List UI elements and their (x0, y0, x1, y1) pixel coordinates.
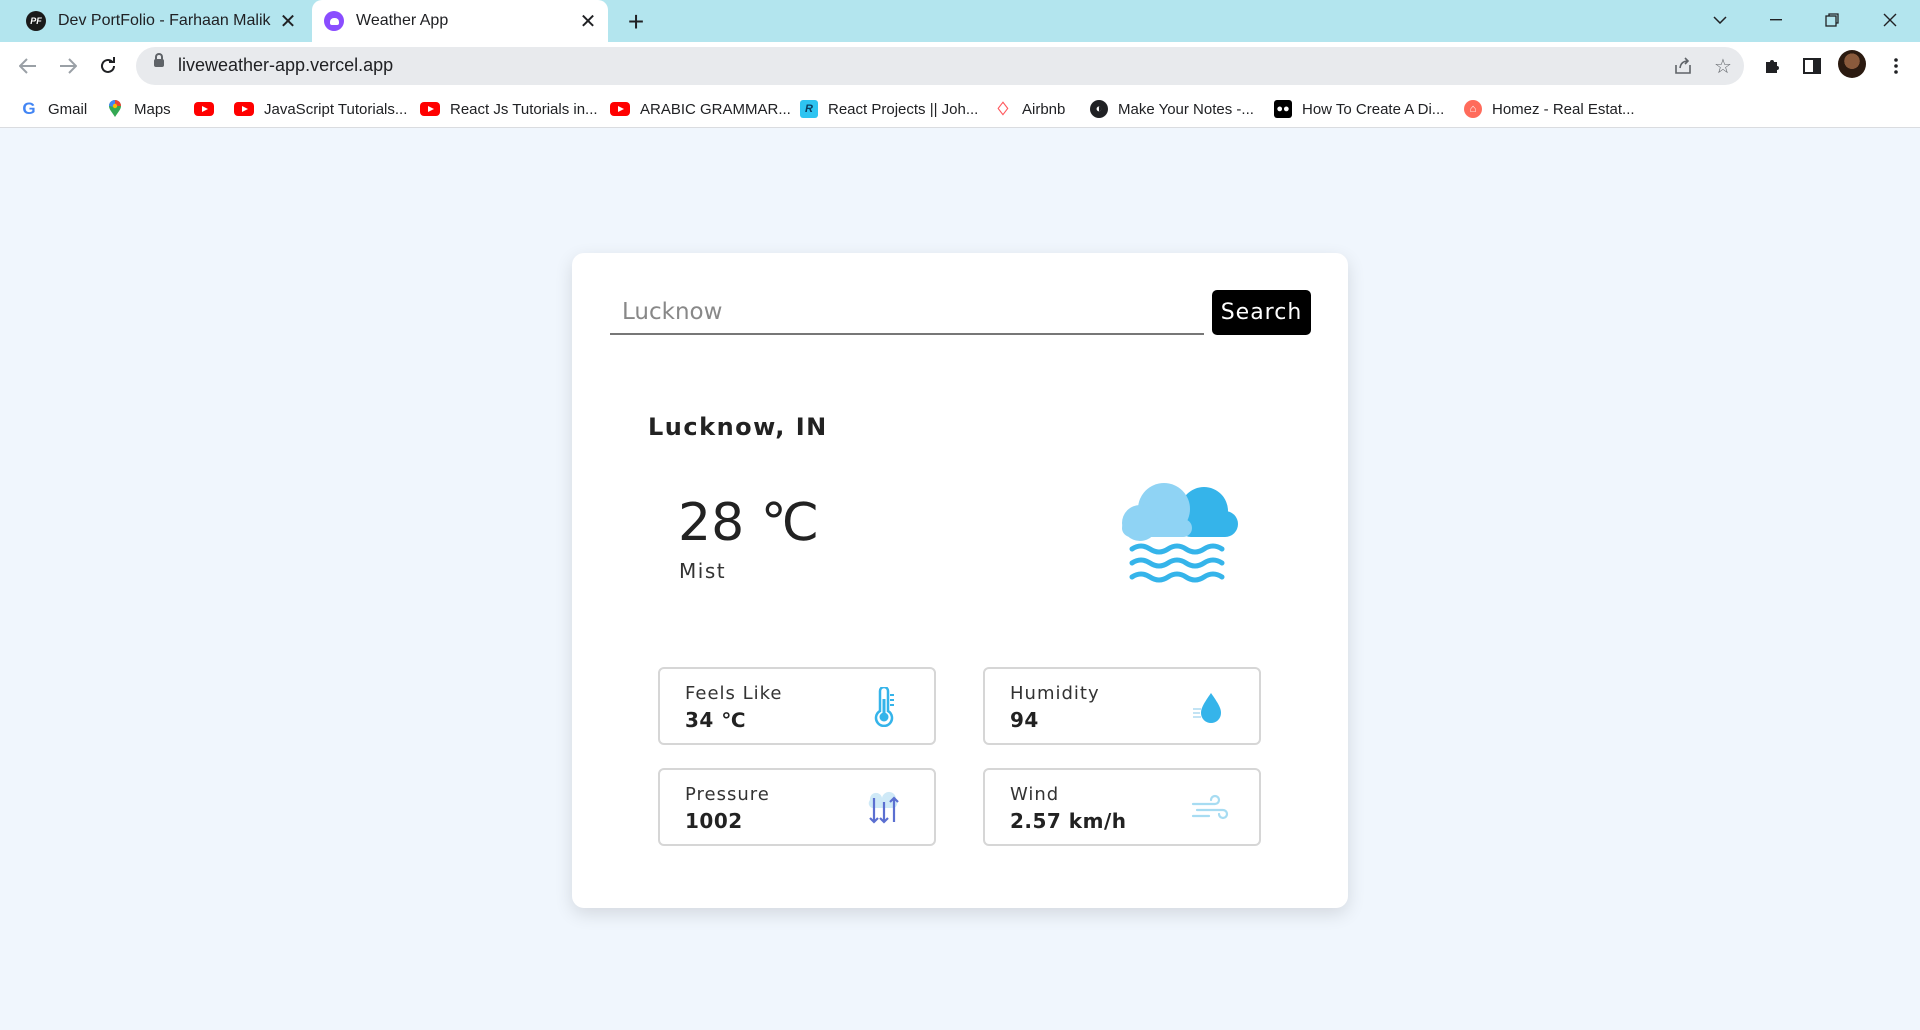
share-icon[interactable] (1670, 53, 1696, 79)
humidity-label: Humidity (1010, 683, 1100, 704)
bookmark-arabic-grammar[interactable]: ARABIC GRAMMAR... (610, 96, 791, 122)
restore-icon[interactable] (1804, 0, 1860, 40)
search-button[interactable]: Search (1212, 290, 1311, 335)
pressure-value: 1002 (685, 809, 743, 833)
chrome-menu-icon[interactable] (1880, 50, 1912, 82)
homez-icon: ⌂ (1464, 100, 1482, 118)
r-icon: R (800, 100, 818, 118)
bookmark-homez[interactable]: ⌂ Homez - Real Estat... (1464, 96, 1635, 122)
wind-card: Wind 2.57 km/h (983, 768, 1261, 846)
bookmark-label: Airbnb (1022, 100, 1066, 118)
bookmarks-bar: G Gmail Maps JavaScript Tutorials... Rea… (0, 90, 1920, 128)
tab-title: Weather App (356, 12, 449, 29)
bookmark-maps[interactable]: Maps (106, 96, 171, 122)
temperature-value: 28 ℃ (678, 493, 820, 553)
bookmark-react-projects[interactable]: R React Projects || Joh... (800, 96, 978, 122)
reload-icon[interactable] (92, 50, 124, 82)
bookmark-label: Homez - Real Estat... (1492, 100, 1635, 118)
bookmark-label: React Projects || Joh... (828, 100, 979, 118)
back-arrow-icon[interactable] (12, 50, 44, 82)
weather-card: Search Lucknow, IN 28 ℃ Mist Feels Like … (572, 253, 1348, 908)
bookmark-label: React Js Tutorials in... (450, 100, 598, 118)
bookmark-label: Maps (134, 100, 171, 118)
youtube-icon (420, 102, 440, 116)
weather-app-favicon-icon (324, 11, 344, 31)
bookmark-label: JavaScript Tutorials... (264, 100, 408, 118)
bookmark-airbnb[interactable]: ♢ Airbnb (994, 96, 1065, 122)
portfolio-favicon-icon: PF (26, 11, 46, 31)
tab-title: Dev PortFolio - Farhaan Malik (58, 12, 271, 29)
tab-search-chevron-icon[interactable] (1692, 0, 1748, 40)
bookmark-star-icon[interactable]: ☆ (1710, 53, 1736, 79)
bookmark-react-js-tutorials[interactable]: React Js Tutorials in... (420, 96, 598, 122)
weather-condition: Mist (679, 559, 727, 583)
medium-icon: ●● (1274, 100, 1292, 118)
address-bar[interactable]: liveweather-app.vercel.app ☆ (136, 47, 1744, 85)
humidity-value: 94 (1010, 708, 1039, 732)
bookmark-gmail[interactable]: G Gmail (20, 96, 87, 122)
globe-icon: ◐ (1090, 100, 1108, 118)
bookmark-label: How To Create A Di... (1302, 100, 1445, 118)
city-search-input[interactable] (610, 291, 1204, 335)
mist-cloud-icon (1122, 483, 1238, 583)
wind-icon (1191, 794, 1229, 820)
bookmark-label: Gmail (48, 100, 88, 118)
close-tab-icon[interactable]: ✕ (576, 9, 600, 33)
maps-pin-icon (106, 100, 124, 118)
tab-weather-app[interactable]: Weather App ✕ (312, 0, 608, 42)
bookmark-youtube[interactable] (194, 96, 224, 122)
wind-value: 2.57 km/h (1010, 809, 1127, 833)
airbnb-icon: ♢ (994, 98, 1012, 119)
youtube-icon (234, 102, 254, 116)
pressure-arrows-icon (868, 791, 899, 824)
close-window-icon[interactable] (1862, 0, 1918, 40)
tab-strip: PF Dev PortFolio - Farhaan Malik ✕ Weath… (0, 0, 1920, 42)
extensions-puzzle-icon[interactable] (1756, 50, 1788, 82)
lock-icon (154, 53, 164, 67)
url-text: liveweather-app.vercel.app (178, 55, 394, 75)
side-panel-icon[interactable] (1796, 50, 1828, 82)
feels-like-card: Feels Like 34 ℃ (658, 667, 936, 745)
close-tab-icon[interactable]: ✕ (276, 9, 300, 33)
google-icon: G (22, 99, 36, 118)
location-title: Lucknow, IN (648, 413, 828, 441)
profile-avatar[interactable] (1838, 50, 1866, 78)
pressure-label: Pressure (685, 784, 770, 805)
bookmark-label: ARABIC GRAMMAR... (640, 100, 791, 118)
bookmark-javascript-tutorials[interactable]: JavaScript Tutorials... (234, 96, 407, 122)
new-tab-icon[interactable]: + (620, 6, 652, 38)
youtube-icon (194, 102, 214, 116)
youtube-icon (610, 102, 630, 116)
thermometer-icon (874, 687, 894, 727)
feels-like-label: Feels Like (685, 683, 783, 704)
pressure-card: Pressure 1002 (658, 768, 936, 846)
feels-like-value: 34 ℃ (685, 708, 747, 732)
humidity-card: Humidity 94 (983, 667, 1261, 745)
bookmark-make-your-notes[interactable]: ◐ Make Your Notes -... (1090, 96, 1254, 122)
forward-arrow-icon[interactable] (52, 50, 84, 82)
tab-portfolio[interactable]: PF Dev PortFolio - Farhaan Malik ✕ (12, 0, 308, 42)
bookmark-how-to-create[interactable]: ●● How To Create A Di... (1274, 96, 1444, 122)
browser-toolbar: liveweather-app.vercel.app ☆ (0, 42, 1920, 90)
bookmark-label: Make Your Notes -... (1118, 100, 1254, 118)
water-drop-icon (1193, 693, 1221, 723)
wind-label: Wind (1010, 784, 1060, 805)
minimize-icon[interactable] (1748, 0, 1804, 40)
